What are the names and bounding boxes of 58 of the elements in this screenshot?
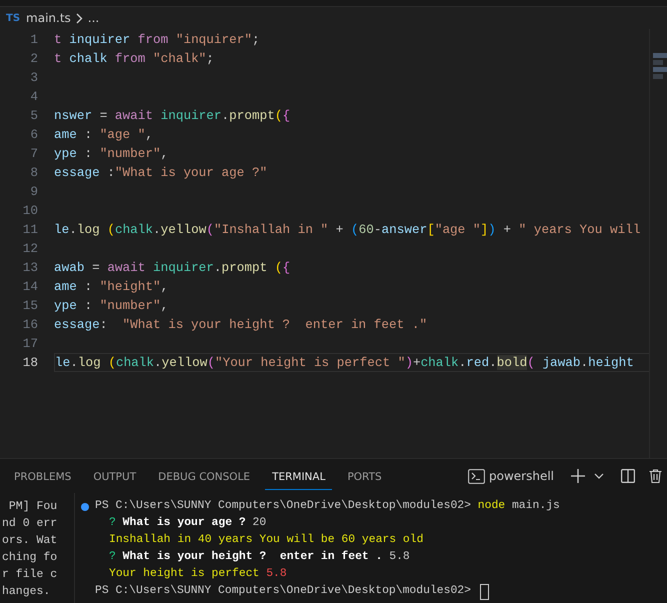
chevron-right-icon: [76, 12, 83, 24]
line-number: 16: [22, 317, 39, 332]
output-text: ching fo: [1, 550, 58, 566]
line-number: 3: [29, 70, 39, 85]
line-number: 5: [29, 108, 39, 123]
line-number: 8: [29, 165, 39, 180]
code-line: awab = await inquirer.prompt ({: [54, 259, 290, 277]
line-number: 7: [29, 146, 39, 161]
trash-icon[interactable]: [649, 469, 662, 483]
code-line: essage :"What is your age ?": [54, 164, 268, 182]
panel-tab[interactable]: PORTS: [340, 462, 389, 490]
terminal-profile-label[interactable]: powershell: [489, 469, 554, 483]
code-line: ame : "age ",: [54, 126, 153, 144]
terminal-line: Inshallah in 40 years You will be 60 years old: [108, 532, 424, 548]
line-number: 14: [22, 279, 39, 294]
terminal-line: PS C:\Users\SUNNY Computers\OneDrive\Desktop\modules02>: [95, 584, 472, 599]
output-text: r file c: [1, 567, 58, 583]
line-number: 1: [29, 32, 39, 47]
line-number: 2: [29, 51, 39, 66]
line-number: 15: [22, 298, 39, 313]
line-number: 17: [22, 336, 39, 351]
code-line: t inquirer from "inquirer";: [54, 31, 260, 49]
panel-tab[interactable]: PROBLEMS: [7, 462, 78, 490]
code-line: t chalk from "chalk";: [54, 50, 214, 68]
terminal-line: Your height is perfect 5.8: [108, 566, 287, 582]
line-number: 18: [22, 355, 39, 370]
file-type-label: TS: [6, 12, 20, 24]
line-number: 6: [29, 127, 39, 142]
chevron-down-icon[interactable]: [594, 473, 604, 479]
breadcrumb-file[interactable]: main.ts: [26, 11, 71, 25]
split-icon[interactable]: [621, 469, 635, 483]
line-number: 12: [22, 241, 39, 256]
line-number: 10: [22, 203, 39, 218]
terminal-icon: [468, 468, 485, 484]
terminal-line: ? What is your age ? 20: [108, 516, 266, 531]
line-number: 13: [22, 260, 39, 275]
breadcrumb-more[interactable]: ...: [88, 11, 100, 25]
code-line: ype : "number",: [54, 145, 168, 163]
line-number: 9: [29, 184, 39, 199]
line-number: 4: [29, 89, 39, 104]
terminal-line: PS C:\Users\SUNNY Computers\OneDrive\Desktop\modules02> node main.js: [95, 498, 560, 514]
code-line: le.log (chalk.yellow("Inshallah in " + (60-answer["age "]) + " years You will: [54, 221, 640, 239]
plus-icon[interactable]: [571, 469, 585, 483]
command-status-dot[interactable]: [81, 502, 89, 510]
code-line: ame : "height",: [54, 278, 168, 296]
output-text: ors. Wat: [1, 533, 58, 549]
code-line: essage: "What is your height ? enter in feet .": [54, 316, 428, 334]
code-line: le.log (chalk.yellow("Your height is perfect ")+chalk.red.bold( jawab.height: [54, 353, 649, 372]
code-line: ype : "number",: [54, 297, 168, 315]
terminal-line: ? What is your height ? enter in feet . 5.8: [108, 550, 410, 565]
line-number: 11: [22, 222, 39, 237]
output-text: PM] Fou: [8, 499, 58, 515]
output-text: nd 0 err: [1, 516, 58, 532]
panel-tab[interactable]: OUTPUT: [86, 462, 144, 490]
code-line: nswer = await inquirer.prompt({: [54, 107, 290, 125]
panel-tab[interactable]: DEBUG CONSOLE: [151, 462, 258, 490]
panel-tab[interactable]: TERMINAL: [265, 462, 332, 490]
output-text: hanges.: [1, 584, 52, 600]
